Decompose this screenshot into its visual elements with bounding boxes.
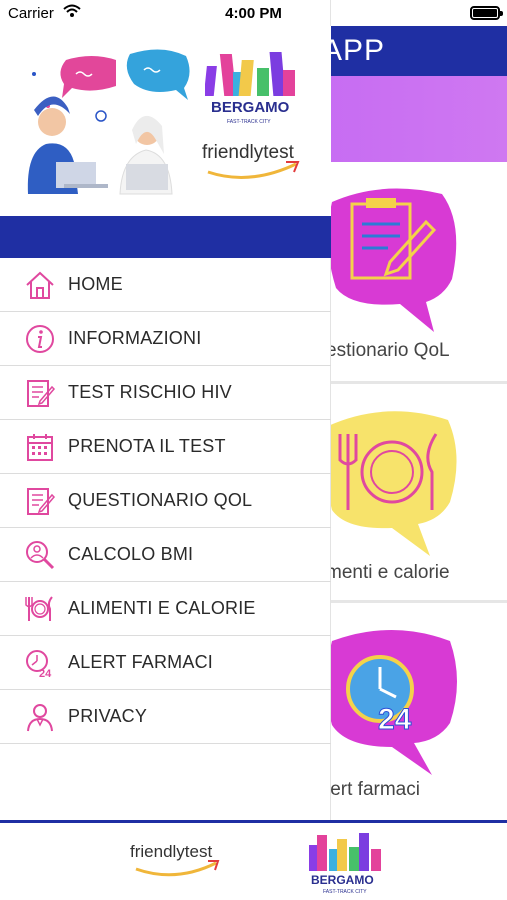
- bmi-scale-icon: [22, 537, 58, 573]
- questionnaire-icon: [22, 483, 58, 519]
- status-bar: Carrier 4:00 PM: [0, 0, 507, 26]
- clipboard-pencil-icon: [327, 188, 457, 332]
- plate-cutlery-icon: [324, 411, 457, 556]
- menu-item-label: PRIVACY: [68, 706, 148, 726]
- test-form-icon: [22, 375, 58, 411]
- menu-item-label: CALCOLO BMI: [68, 544, 194, 564]
- menu-item-alert-farmaci[interactable]: 24 ALERT FARMACI: [0, 636, 331, 690]
- bergamo-footer-text: BERGAMO: [311, 873, 374, 887]
- bergamo-footer-logo: BERGAMO FAST-TRACK CITY: [309, 833, 381, 895]
- status-time: 4:00 PM: [225, 5, 282, 22]
- svg-text:24: 24: [378, 703, 412, 736]
- card-label: lert farmaci: [326, 779, 420, 800]
- bergamo-logo-text: BERGAMO: [211, 99, 290, 116]
- menu-item-questionario-qol[interactable]: QUESTIONARIO QOL: [0, 474, 331, 528]
- menu-item-label: ALERT FARMACI: [68, 652, 213, 672]
- menu-item-label: ALIMENTI E CALORIE: [68, 598, 256, 618]
- drawer-title-bar: [0, 216, 331, 258]
- drawer-header: BERGAMO FAST-TRACK CITY friendlytest: [0, 26, 331, 216]
- friendlytest-logo-text: friendlytest: [202, 142, 295, 163]
- menu-item-prenota-il-test[interactable]: PRENOTA IL TEST: [0, 420, 331, 474]
- drawer-menu: HOME INFORMAZIONI TEST RISCHIO HIV PRENO…: [0, 258, 331, 744]
- menu-item-informazioni[interactable]: INFORMAZIONI: [0, 312, 331, 366]
- svg-text:24: 24: [39, 668, 52, 679]
- bottom-logo-bar: friendlytest BERGAMO FAST-TRACK CITY: [0, 820, 507, 900]
- menu-item-home[interactable]: HOME: [0, 258, 331, 312]
- menu-item-label: PRENOTA IL TEST: [68, 436, 226, 456]
- menu-item-label: INFORMAZIONI: [68, 328, 202, 348]
- food-plate-icon: [22, 591, 58, 627]
- side-drawer: BERGAMO FAST-TRACK CITY friendlytest HOM…: [0, 0, 331, 820]
- bergamo-footer-sub: FAST-TRACK CITY: [323, 889, 367, 895]
- friendlytest-logo: friendlytest: [202, 142, 300, 179]
- menu-item-calcolo-bmi[interactable]: CALCOLO BMI: [0, 528, 331, 582]
- friendlytest-footer-text: friendlytest: [130, 842, 212, 861]
- clock-24-icon: 24: [326, 630, 457, 775]
- menu-item-label: QUESTIONARIO QOL: [68, 490, 253, 510]
- card-label: menti e calorie: [326, 562, 450, 583]
- card-label: estionario QoL: [326, 340, 450, 361]
- menu-item-privacy[interactable]: PRIVACY: [0, 690, 331, 744]
- battery-icon: [470, 6, 503, 20]
- friendlytest-footer-logo: friendlytest: [130, 842, 220, 877]
- bergamo-logo: BERGAMO FAST-TRACK CITY: [205, 52, 295, 125]
- menu-item-alimenti-e-calorie[interactable]: ALIMENTI E CALORIE: [0, 582, 331, 636]
- menu-item-test-rischio-hiv[interactable]: TEST RISCHIO HIV: [0, 366, 331, 420]
- clock-24-icon: 24: [22, 645, 58, 681]
- calendar-icon: [22, 429, 58, 465]
- app-title: APP: [322, 34, 386, 67]
- people-chat-illustration: [27, 49, 190, 195]
- bergamo-logo-sub: FAST-TRACK CITY: [227, 119, 271, 125]
- menu-item-label: HOME: [68, 274, 123, 294]
- menu-item-label: TEST RISCHIO HIV: [68, 382, 232, 402]
- home-icon: [22, 267, 58, 303]
- person-icon: [22, 699, 58, 735]
- info-icon: [22, 321, 58, 357]
